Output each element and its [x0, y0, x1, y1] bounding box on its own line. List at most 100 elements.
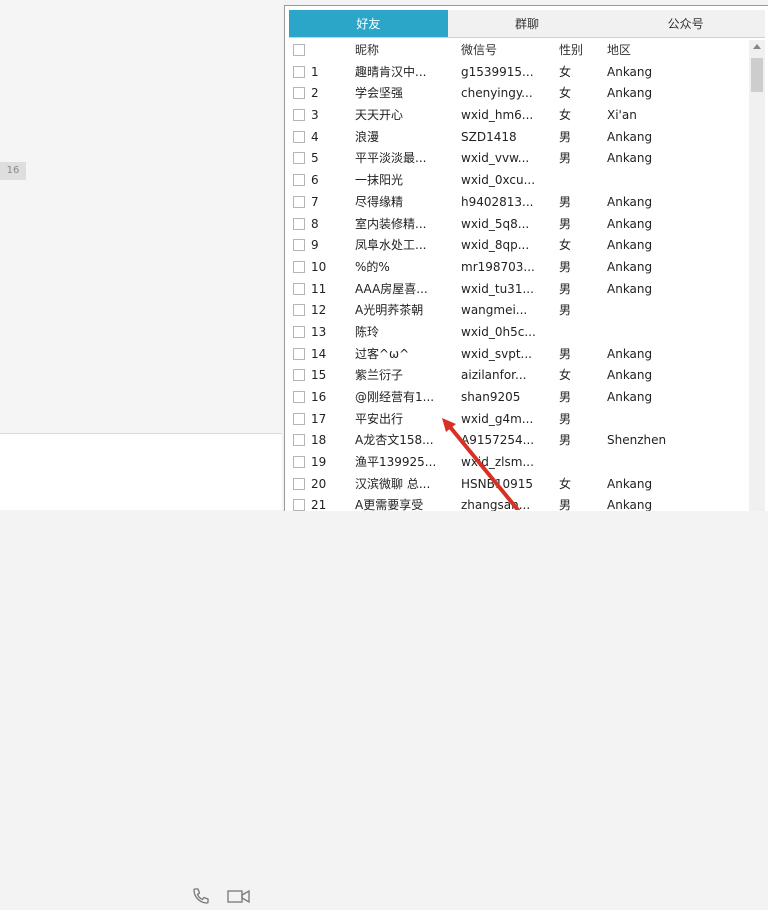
- contact-region: Shenzhen: [607, 433, 667, 448]
- column-header-wechat-id[interactable]: 微信号: [461, 40, 555, 62]
- row-checkbox[interactable]: [293, 195, 305, 208]
- contact-gender: 男: [559, 281, 572, 296]
- row-number: 21: [311, 498, 327, 511]
- contact-wechat-id: zhangsan...: [461, 498, 531, 511]
- table-row[interactable]: 19 渔平139925... wxid_zlsm...: [289, 452, 747, 474]
- table-row[interactable]: 2 学会坚强 chenyingy... 女 Ankang: [289, 83, 747, 105]
- contact-wechat-id: wxid_svpt...: [461, 346, 532, 361]
- table-row[interactable]: 21 A更需要享受 zhangsan... 男 Ankang: [289, 495, 747, 511]
- contact-gender: 男: [559, 194, 572, 209]
- column-header-nickname[interactable]: 昵称: [355, 40, 459, 62]
- contact-nickname: @刚经营有1...: [355, 390, 435, 404]
- contact-gender: 男: [559, 346, 572, 361]
- row-number: 19: [311, 455, 327, 470]
- row-number: 8: [311, 216, 319, 231]
- table-row[interactable]: 20 汉滨微聊 总... HSNB10915 女 Ankang: [289, 474, 747, 496]
- scroll-thumb[interactable]: [751, 58, 763, 92]
- row-number: 1: [311, 64, 319, 79]
- video-call-icon[interactable]: [225, 886, 253, 906]
- row-number: 13: [311, 324, 327, 339]
- phone-icon[interactable]: [191, 886, 211, 906]
- row-checkbox[interactable]: [293, 369, 305, 382]
- table-row[interactable]: 9 凤阜水处工... wxid_8qp... 女 Ankang: [289, 235, 747, 257]
- row-number: 17: [311, 411, 327, 426]
- row-checkbox[interactable]: [293, 174, 305, 187]
- table-row[interactable]: 13 陈玲 wxid_0h5c...: [289, 322, 747, 344]
- table-row[interactable]: 8 室内装修精... wxid_5q8... 男 Ankang: [289, 214, 747, 236]
- row-checkbox[interactable]: [293, 65, 305, 78]
- row-checkbox[interactable]: [293, 239, 305, 252]
- table-row[interactable]: 3 天天开心 wxid_hm6... 女 Xi'an: [289, 105, 747, 127]
- contact-region: Ankang: [607, 151, 653, 166]
- tab-official-accounts[interactable]: 公众号: [606, 10, 766, 38]
- row-checkbox[interactable]: [293, 87, 305, 100]
- tab-groups[interactable]: 群聊: [447, 10, 607, 38]
- table-row[interactable]: 14 过客^ω^ wxid_svpt... 男 Ankang: [289, 344, 747, 366]
- table-row[interactable]: 4 浪漫 SZD1418 男 Ankang: [289, 127, 747, 149]
- row-checkbox[interactable]: [293, 434, 305, 447]
- row-checkbox[interactable]: [293, 347, 305, 360]
- row-number: 2: [311, 86, 319, 101]
- scroll-up-arrow-icon[interactable]: [753, 44, 761, 49]
- contact-wechat-id: mr198703...: [461, 259, 535, 274]
- row-checkbox[interactable]: [293, 304, 305, 317]
- table-row[interactable]: 16 @刚经营有1... shan9205 男 Ankang: [289, 387, 747, 409]
- contact-nickname: 紫兰衍子: [355, 368, 404, 383]
- contact-gender: 男: [559, 151, 572, 166]
- row-checkbox[interactable]: [293, 260, 305, 273]
- table-row[interactable]: 18 A龙杏文158... A9157254... 男 Shenzhen: [289, 430, 747, 452]
- row-checkbox[interactable]: [293, 217, 305, 230]
- row-checkbox[interactable]: [293, 456, 305, 469]
- contact-nickname: AAA房屋喜...: [355, 281, 428, 296]
- contact-region: Ankang: [607, 259, 653, 274]
- contact-wechat-id: h9402813...: [461, 194, 534, 209]
- column-header-gender[interactable]: 性别: [559, 40, 599, 62]
- row-checkbox[interactable]: [293, 477, 305, 490]
- contact-gender: 女: [559, 476, 572, 491]
- row-checkbox[interactable]: [293, 412, 305, 425]
- contact-gender: 男: [559, 390, 572, 404]
- row-checkbox[interactable]: [293, 152, 305, 165]
- contact-wechat-id: wxid_5q8...: [461, 216, 530, 231]
- table-row[interactable]: 15 紫兰衍子 aizilanfor... 女 Ankang: [289, 365, 747, 387]
- table-row[interactable]: 17 平安出行 wxid_g4m... 男: [289, 409, 747, 431]
- row-number: 14: [311, 346, 327, 361]
- contact-wechat-id: wxid_hm6...: [461, 108, 534, 123]
- row-checkbox[interactable]: [293, 282, 305, 295]
- contact-gender: 女: [559, 368, 572, 383]
- row-checkbox[interactable]: [293, 325, 305, 338]
- contact-wechat-id: wxid_8qp...: [461, 238, 530, 253]
- row-number: 16: [311, 390, 327, 404]
- select-all-checkbox[interactable]: [293, 44, 305, 56]
- row-checkbox[interactable]: [293, 499, 305, 511]
- row-checkbox[interactable]: [293, 391, 305, 403]
- row-number: 6: [311, 173, 319, 188]
- contact-region: Ankang: [607, 129, 653, 144]
- table-row[interactable]: 10 %的% mr198703... 男 Ankang: [289, 257, 747, 279]
- contact-wechat-id: wxid_vvw...: [461, 151, 530, 166]
- contact-nickname: A光明荞茶朝: [355, 303, 424, 318]
- contact-gender: 女: [559, 108, 572, 123]
- tab-bar: 好友 群聊 公众号: [289, 10, 766, 38]
- vertical-scrollbar[interactable]: [749, 40, 765, 511]
- table-row[interactable]: 11 AAA房屋喜... wxid_tu31... 男 Ankang: [289, 279, 747, 301]
- row-checkbox[interactable]: [293, 109, 305, 122]
- contact-region: Ankang: [607, 368, 653, 383]
- contact-wechat-id: wxid_tu31...: [461, 281, 534, 296]
- input-area[interactable]: [0, 434, 282, 904]
- table-row[interactable]: 5 平平淡淡最... wxid_vvw... 男 Ankang: [289, 148, 747, 170]
- contact-wechat-id: HSNB10915: [461, 476, 534, 491]
- tab-friends[interactable]: 好友: [289, 10, 448, 38]
- column-header-region[interactable]: 地区: [607, 40, 737, 62]
- table-row[interactable]: 6 一抹阳光 wxid_0xcu...: [289, 170, 747, 192]
- contact-region: Ankang: [607, 476, 653, 491]
- contact-nickname: 一抹阳光: [355, 173, 404, 188]
- table-row[interactable]: 1 趣晴肯汉中... g1539915... 女 Ankang: [289, 62, 747, 84]
- contact-gender: 男: [559, 411, 572, 426]
- contact-table: 昵称 微信号 性别 地区 1 趣晴肯汉中... g1539915... 女 Ankang…: [289, 40, 747, 511]
- row-checkbox[interactable]: [293, 130, 305, 143]
- contact-gender: 女: [559, 64, 572, 79]
- table-row[interactable]: 12 A光明荞茶朝 wangmei... 男: [289, 300, 747, 322]
- contact-nickname: A龙杏文158...: [355, 433, 434, 448]
- table-row[interactable]: 7 尽得缘精 h9402813... 男 Ankang: [289, 192, 747, 214]
